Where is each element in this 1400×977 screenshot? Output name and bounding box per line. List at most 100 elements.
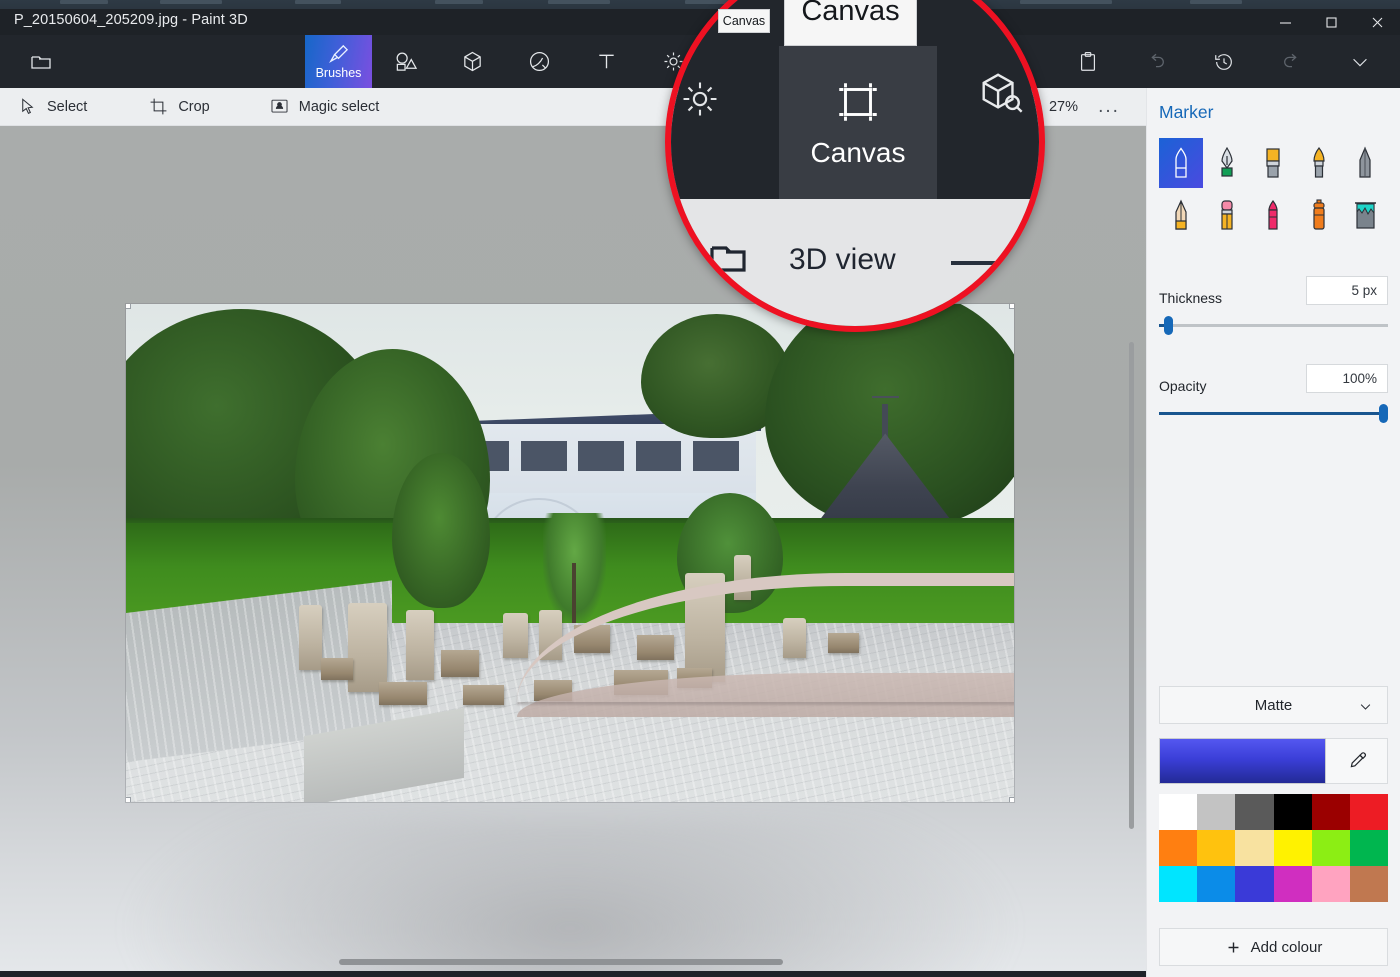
add-colour-button[interactable]: Add colour bbox=[1159, 928, 1388, 966]
brush-pixel-pen[interactable] bbox=[1343, 138, 1387, 188]
current-colour-swatch[interactable] bbox=[1159, 738, 1326, 784]
palette-swatch[interactable] bbox=[1235, 794, 1274, 830]
history-icon[interactable] bbox=[1190, 35, 1258, 88]
palette-swatch[interactable] bbox=[1311, 830, 1350, 866]
workspace-haze bbox=[120, 816, 1020, 971]
palette-swatch[interactable] bbox=[1159, 794, 1198, 830]
canvas-handle-bl[interactable] bbox=[126, 797, 131, 802]
horizontal-scrollbar[interactable] bbox=[339, 959, 783, 965]
thickness-value[interactable]: 5 px bbox=[1306, 276, 1388, 305]
brush-marker[interactable] bbox=[1159, 138, 1203, 188]
chevron-down-icon bbox=[1358, 699, 1373, 718]
magnified-3d-view-item[interactable]: 3D view bbox=[707, 240, 896, 280]
magnified-3d-library-icon bbox=[977, 70, 1023, 121]
colour-palette bbox=[1159, 794, 1388, 902]
brush-spray-can[interactable] bbox=[1297, 190, 1341, 240]
ribbon-left bbox=[18, 35, 66, 88]
palette-swatch[interactable] bbox=[1159, 830, 1198, 866]
tab-2d-shapes[interactable] bbox=[372, 35, 439, 88]
tab-text[interactable] bbox=[573, 35, 640, 88]
menu-button[interactable] bbox=[18, 35, 66, 88]
material-dropdown[interactable]: Matte bbox=[1159, 686, 1388, 724]
opacity-value[interactable]: 100% bbox=[1306, 364, 1388, 393]
maximize-button[interactable] bbox=[1308, 9, 1354, 35]
palette-swatch[interactable] bbox=[1311, 866, 1350, 902]
palette-swatch[interactable] bbox=[1197, 866, 1236, 902]
palette-swatch[interactable] bbox=[1349, 830, 1388, 866]
subbar-more-button[interactable]: ... bbox=[1090, 88, 1128, 126]
palette-swatch[interactable] bbox=[1273, 866, 1312, 902]
window-controls bbox=[1262, 9, 1400, 35]
pixel-pen-icon bbox=[1359, 146, 1371, 178]
brush-crayon[interactable] bbox=[1251, 190, 1295, 240]
window-title: P_20150604_205209.jpg - Paint 3D bbox=[14, 12, 248, 28]
palette-swatch[interactable] bbox=[1235, 830, 1274, 866]
palette-swatch[interactable] bbox=[1311, 794, 1350, 830]
palette-swatch[interactable] bbox=[1273, 830, 1312, 866]
brush-fill[interactable] bbox=[1343, 190, 1387, 240]
panel-title: Marker bbox=[1159, 102, 1214, 122]
canvas-frame-icon bbox=[839, 82, 877, 121]
palette-swatch[interactable] bbox=[1273, 794, 1312, 830]
watercolour-brush-icon bbox=[1313, 147, 1325, 178]
brush-grid bbox=[1159, 138, 1389, 240]
add-colour-label: Add colour bbox=[1250, 938, 1323, 956]
brush-eraser[interactable] bbox=[1205, 190, 1249, 240]
canvas-handle-tl[interactable] bbox=[126, 304, 131, 309]
tab-stickers[interactable] bbox=[506, 35, 573, 88]
canvas-tooltip: Canvas bbox=[718, 9, 770, 33]
select-tool-label: Select bbox=[47, 98, 88, 115]
thickness-slider[interactable] bbox=[1159, 316, 1388, 335]
tab-brushes[interactable]: Brushes bbox=[305, 35, 372, 88]
brush-oil-brush[interactable] bbox=[1251, 138, 1295, 188]
palette-swatch[interactable] bbox=[1197, 794, 1236, 830]
magnified-zoom-fragment: 2 bbox=[1026, 50, 1035, 67]
magnified-canvas-tab[interactable]: Canvas bbox=[779, 46, 937, 199]
tab-3d-shapes[interactable] bbox=[439, 35, 506, 88]
canvas-handle-br[interactable] bbox=[1009, 797, 1014, 802]
brush-calligraphy-pen[interactable] bbox=[1205, 138, 1249, 188]
magnified-3d-view-label: 3D view bbox=[789, 243, 896, 276]
minimize-button[interactable] bbox=[1262, 9, 1308, 35]
magic-select-icon bbox=[271, 99, 288, 113]
magnified-dash bbox=[951, 261, 1017, 265]
palette-swatch[interactable] bbox=[1197, 830, 1236, 866]
ribbon-actions bbox=[1054, 35, 1394, 88]
select-tool[interactable]: Select bbox=[8, 88, 97, 126]
fill-icon bbox=[1355, 202, 1376, 229]
clipboard-icon[interactable] bbox=[1054, 35, 1122, 88]
marker-icon bbox=[1175, 147, 1187, 178]
material-label: Matte bbox=[1254, 696, 1293, 714]
eraser-icon bbox=[1221, 200, 1233, 230]
undo-icon[interactable] bbox=[1122, 35, 1190, 88]
close-button[interactable] bbox=[1354, 9, 1400, 35]
brush-watercolour-brush[interactable] bbox=[1297, 138, 1341, 188]
opacity-slider[interactable] bbox=[1159, 404, 1388, 423]
brush-pencil[interactable] bbox=[1159, 190, 1203, 240]
tab-brushes-label: Brushes bbox=[315, 66, 362, 80]
folder-icon bbox=[710, 246, 746, 272]
eyedropper-button[interactable] bbox=[1326, 738, 1388, 784]
cursor-icon bbox=[22, 98, 34, 114]
image-canvas[interactable] bbox=[126, 304, 1014, 802]
magic-select-label: Magic select bbox=[298, 98, 380, 115]
magic-select-tool[interactable]: Magic select bbox=[260, 88, 390, 126]
palette-swatch[interactable] bbox=[1349, 794, 1388, 830]
palette-swatch[interactable] bbox=[1235, 866, 1274, 902]
crop-icon bbox=[150, 98, 167, 115]
photo-content bbox=[126, 304, 1014, 802]
chevron-down-icon[interactable] bbox=[1326, 35, 1394, 88]
vertical-scrollbar[interactable] bbox=[1129, 342, 1134, 829]
paint3d-window: P_20150604_205209.jpg - Paint 3D Brushes… bbox=[0, 0, 1400, 977]
palette-swatch[interactable] bbox=[1349, 866, 1388, 902]
eyedropper-icon bbox=[1350, 752, 1366, 768]
oil-brush-icon bbox=[1266, 148, 1280, 178]
spray-can-icon bbox=[1313, 199, 1325, 230]
crayon-icon bbox=[1268, 199, 1278, 230]
magnifier-content: 2 Canvas Canvas 3D view bbox=[671, 0, 1039, 326]
zoom-level[interactable]: 27% bbox=[1049, 88, 1078, 126]
redo-icon[interactable] bbox=[1258, 35, 1326, 88]
magnified-effects-icon bbox=[677, 76, 723, 127]
palette-swatch[interactable] bbox=[1159, 866, 1198, 902]
crop-tool[interactable]: Crop bbox=[139, 88, 219, 126]
